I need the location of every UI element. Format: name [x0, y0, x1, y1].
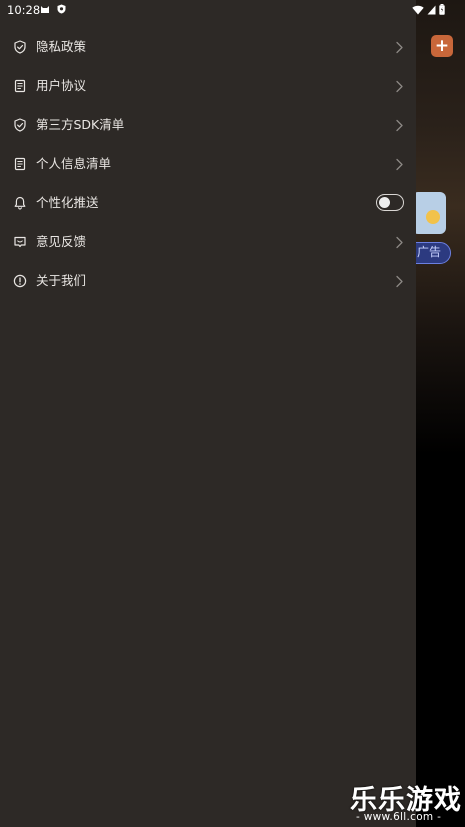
menu-item-personal-info-list[interactable]: 个人信息清单 [0, 145, 416, 184]
background-illustration [412, 192, 446, 234]
battery-icon [439, 4, 445, 15]
side-drawer: 隐私政策 用户协议 第三方SDK清单 个人信息清单 个性化推送 意见反馈 关于我… [0, 0, 416, 827]
menu-item-privacy-policy[interactable]: 隐私政策 [0, 28, 416, 67]
chevron-right-icon [396, 236, 403, 249]
drawer-menu: 隐私政策 用户协议 第三方SDK清单 个人信息清单 个性化推送 意见反馈 关于我… [0, 28, 416, 301]
menu-item-label: 用户协议 [36, 78, 87, 93]
menu-item-personalized-push: 个性化推送 [0, 184, 416, 223]
document-icon [14, 157, 26, 171]
document-icon [14, 79, 26, 93]
watermark-url: - www.6ll.com - [356, 811, 442, 823]
menu-item-feedback[interactable]: 意见反馈 [0, 223, 416, 262]
emoji-face-icon [426, 210, 440, 224]
site-watermark: 乐乐游戏 - www.6ll.com - [350, 778, 465, 827]
chevron-right-icon [396, 41, 403, 54]
status-indicators [412, 4, 445, 15]
menu-item-label: 第三方SDK清单 [36, 117, 125, 132]
menu-item-label: 隐私政策 [36, 39, 87, 54]
wifi-icon [412, 5, 424, 14]
menu-item-about-us[interactable]: 关于我们 [0, 262, 416, 301]
cat-notification-icon [41, 6, 49, 13]
toggle-knob [378, 196, 390, 208]
menu-item-user-agreement[interactable]: 用户协议 [0, 67, 416, 106]
chevron-right-icon [396, 275, 403, 288]
info-icon [13, 274, 27, 288]
shield-notification-icon [57, 4, 66, 14]
menu-item-label: 意见反馈 [36, 234, 87, 249]
chevron-right-icon [396, 80, 403, 93]
personalized-push-toggle[interactable] [376, 194, 404, 211]
menu-item-label: 个人信息清单 [36, 156, 112, 171]
background-add-button[interactable]: + [431, 35, 453, 57]
screen: + 广告 隐私政策 用户协议 第三方SDK清单 个人信息清单 个性化推送 意见反… [0, 0, 465, 827]
menu-item-label: 关于我们 [36, 273, 87, 288]
shield-check-icon [14, 118, 26, 132]
chevron-right-icon [396, 158, 403, 171]
chevron-right-icon [396, 119, 403, 132]
menu-item-label: 个性化推送 [36, 195, 99, 210]
shield-check-icon [14, 40, 26, 54]
bell-icon [14, 196, 26, 210]
status-time: 10:28 [7, 3, 41, 17]
feedback-icon [14, 236, 26, 248]
status-bar: 10:28 [0, 0, 465, 20]
menu-item-third-party-sdk-list[interactable]: 第三方SDK清单 [0, 106, 416, 145]
cellular-signal-icon [427, 5, 436, 14]
